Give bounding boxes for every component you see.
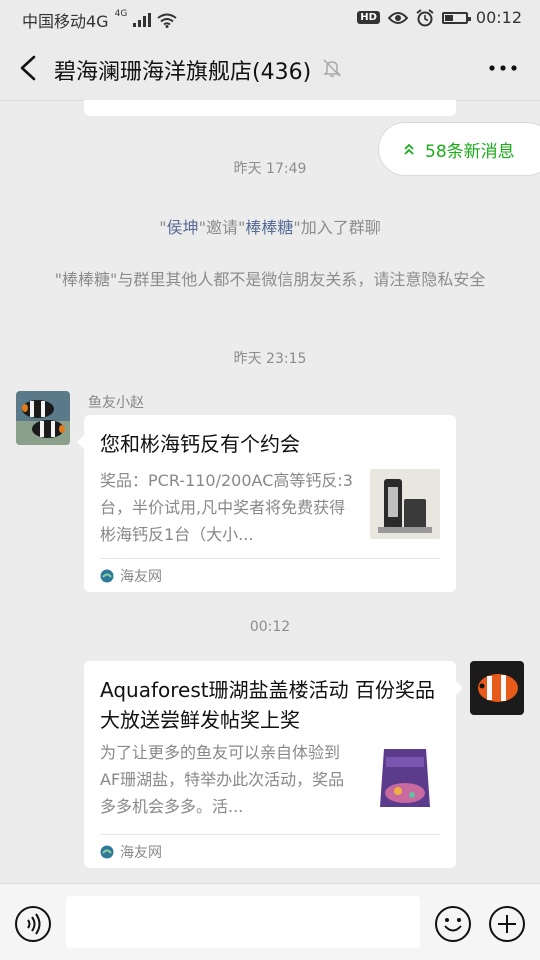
timestamp: 昨天 17:49	[233, 161, 307, 177]
eye-icon	[387, 11, 408, 24]
quote-mark: "	[198, 218, 206, 237]
status-bar: 中国移动4G 4G HD 00:12	[0, 0, 540, 36]
quote-mark: "	[159, 218, 167, 237]
system-invite-notice: "侯坤"邀请"棒棒糖"加入了群聊	[40, 215, 500, 240]
message-list[interactable]: 58条新消息 昨天 17:49 "侯坤"邀请"棒棒糖"加入了群聊 "棒棒糖"与群…	[0, 100, 540, 883]
avatar[interactable]	[470, 661, 524, 715]
inviter-name[interactable]: 侯坤	[167, 218, 199, 237]
link-card-description: 为了让更多的鱼友可以亲自体验到AF珊湖盐，特举办此次活动，奖品多多机会多多。活.…	[100, 743, 345, 816]
avatar[interactable]	[16, 391, 70, 445]
link-card-thumbnail	[370, 469, 440, 539]
quote-mark: "	[293, 218, 301, 237]
link-card[interactable]: 您和彬海钙反有个约会 奖品：PCR-110/200AC高等钙反:3台，半价试用,…	[77, 415, 456, 592]
alarm-icon	[416, 8, 434, 26]
timestamp: 00:12	[249, 619, 291, 635]
invite-verb: 邀请	[205, 218, 238, 237]
carrier-label: 中国移动4G	[22, 12, 109, 31]
hd-badge: HD	[357, 11, 380, 24]
haiyou-logo-icon	[100, 845, 114, 859]
link-card-divider	[100, 558, 440, 559]
more-icon[interactable]	[488, 62, 518, 74]
plus-icon[interactable]	[488, 905, 526, 943]
battery-icon	[441, 11, 471, 24]
clownfish-avatar-image	[470, 661, 524, 715]
link-card-title: Aquaforest珊湖盐盖楼活动 百份奖品大放送尝鲜发帖奖上奖	[100, 678, 435, 732]
double-chevron-up-icon	[404, 143, 414, 155]
link-card-description: 奖品：PCR-110/200AC高等钙反:3台，半价试用,凡中奖者将免费获得彬海…	[100, 471, 353, 544]
haiyou-logo-icon	[100, 569, 114, 583]
message-input[interactable]	[66, 896, 420, 948]
invite-suffix: 加入了群聊	[300, 218, 381, 237]
link-card[interactable]: Aquaforest珊湖盐盖楼活动 百份奖品大放送尝鲜发帖奖上奖 为了让更多的鱼…	[84, 661, 463, 868]
mute-bell-icon	[323, 59, 341, 78]
voice-icon[interactable]	[14, 905, 52, 943]
chat-header: 碧海澜珊海洋旗舰店(436)	[0, 36, 540, 101]
clock: 00:12	[475, 8, 522, 27]
privacy-warning: "棒棒糖"与群里其他人都不是微信朋友关系，请注意隐私安全	[54, 270, 486, 289]
previous-message-card[interactable]	[84, 100, 456, 116]
link-card-source-label: 海友网	[120, 569, 162, 585]
link-card-divider	[100, 834, 440, 835]
timestamp: 昨天 23:15	[233, 351, 307, 367]
link-card-source: 海友网	[100, 566, 162, 586]
invitee-name[interactable]: 棒棒糖	[245, 218, 293, 237]
network-tag: 4G	[114, 9, 128, 19]
link-card-source-label: 海友网	[120, 845, 162, 861]
signal-icon	[133, 13, 152, 27]
link-card-title: 您和彬海钙反有个约会	[100, 432, 300, 456]
link-card-thumbnail	[370, 743, 440, 813]
wifi-icon	[157, 13, 177, 28]
chat-title: 碧海澜珊海洋旗舰店(436)	[54, 60, 312, 85]
link-card-source: 海友网	[100, 842, 162, 862]
clownfish-avatar-image	[16, 391, 70, 445]
sender-name: 鱼友小赵	[88, 395, 144, 411]
input-bar	[0, 883, 540, 960]
back-arrow-icon[interactable]	[14, 52, 44, 84]
emoji-icon[interactable]	[434, 905, 472, 943]
